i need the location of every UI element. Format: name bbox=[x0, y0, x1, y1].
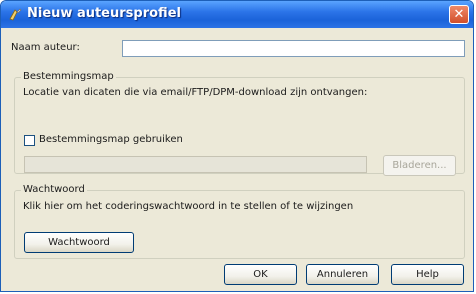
use-destination-label[interactable]: Bestemmingsmap gebruiken bbox=[39, 134, 183, 145]
title-bar[interactable]: Nieuw auteursprofiel ✕ bbox=[1, 1, 473, 28]
browse-button[interactable]: Bladeren... bbox=[383, 155, 456, 176]
author-input[interactable] bbox=[122, 40, 465, 57]
close-button[interactable]: ✕ bbox=[449, 5, 469, 24]
dialog-body: Naam auteur: Bestemmingsmap Locatie van … bbox=[1, 28, 473, 291]
close-icon: ✕ bbox=[453, 7, 465, 22]
app-icon bbox=[9, 8, 22, 21]
window-title: Nieuw auteursprofiel bbox=[27, 6, 181, 21]
cancel-button[interactable]: Annuleren bbox=[306, 264, 379, 285]
password-group: Wachtwoord Klik hier om het coderingswac… bbox=[14, 184, 465, 259]
password-button[interactable]: Wachtwoord bbox=[24, 232, 134, 253]
help-button[interactable]: Help bbox=[391, 264, 464, 285]
use-destination-checkbox[interactable] bbox=[24, 135, 35, 146]
destination-group-title: Bestemmingsmap bbox=[21, 71, 116, 83]
destination-description: Locatie van dicaten die via email/FTP/DP… bbox=[23, 87, 368, 98]
author-label: Naam auteur: bbox=[11, 42, 80, 53]
destination-path-input[interactable] bbox=[24, 156, 367, 173]
ok-button[interactable]: OK bbox=[224, 264, 297, 285]
destination-group: Bestemmingsmap Locatie van dicaten die v… bbox=[14, 71, 465, 176]
password-description: Klik hier om het coderingswachtwoord in … bbox=[23, 201, 354, 212]
dialog-window: Nieuw auteursprofiel ✕ Naam auteur: Best… bbox=[0, 0, 474, 292]
password-group-title: Wachtwoord bbox=[21, 184, 87, 196]
